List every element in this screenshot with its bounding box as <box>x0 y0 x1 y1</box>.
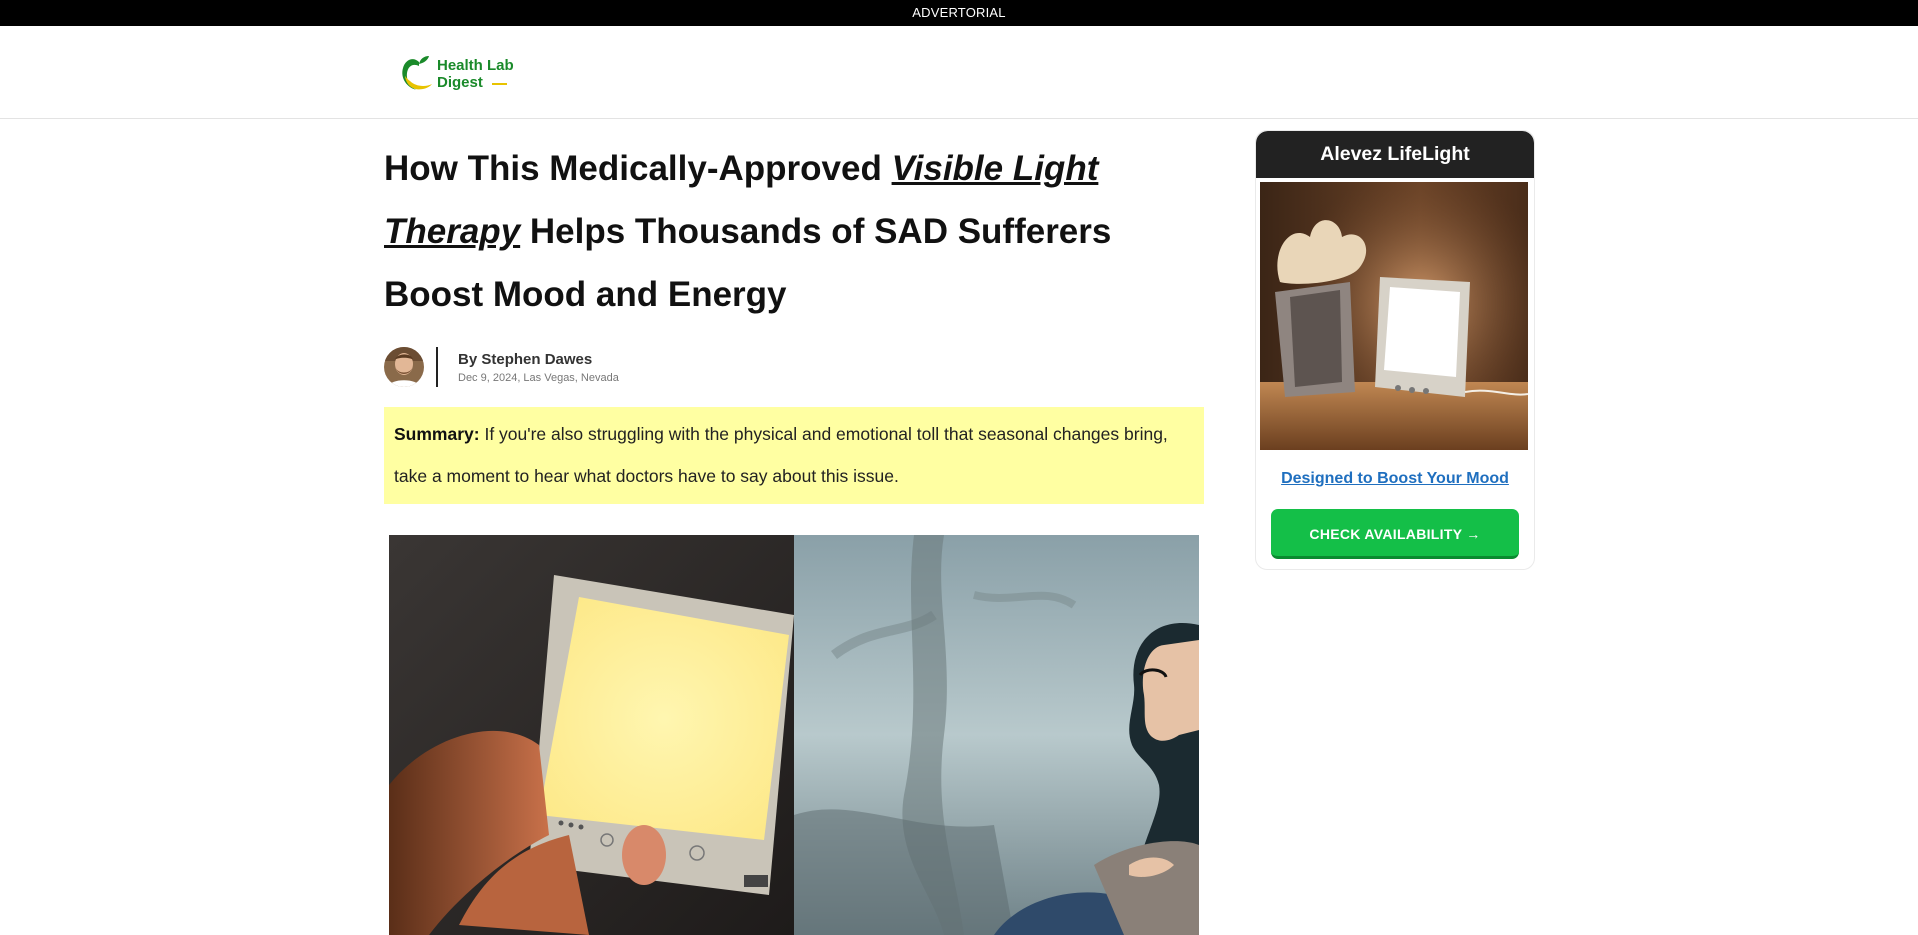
headline-part2: Helps Thousands of SAD Sufferers <box>520 212 1112 251</box>
summary-label: Summary: <box>394 424 480 444</box>
apple-logo-icon <box>402 56 432 90</box>
headline-emphasis-1: Visible Light <box>891 149 1099 188</box>
sidebar-link[interactable]: Designed to Boost Your Mood <box>1256 470 1534 488</box>
advertorial-label: ADVERTORIAL <box>912 5 1006 20</box>
article-headline: How This Medically-Approved Visible Ligh… <box>384 137 1204 326</box>
product-image[interactable] <box>1260 182 1529 450</box>
author-line: By Stephen Dawes <box>458 351 619 368</box>
dateline: Dec 9, 2024, Las Vegas, Nevada <box>458 371 619 384</box>
check-availability-button[interactable]: CHECK AVAILABILITY → <box>1271 509 1519 559</box>
light-panel-photo <box>389 535 794 935</box>
article: How This Medically-Approved Visible Ligh… <box>384 128 1204 935</box>
advertorial-bar: ADVERTORIAL <box>0 0 1918 26</box>
site-header: Health Lab Digest <box>0 26 1918 119</box>
author-prefix: By <box>458 350 478 368</box>
logo-dash <box>491 82 507 85</box>
headline-part3: Boost Mood and Energy <box>384 275 787 314</box>
hero-image <box>389 535 1199 935</box>
logo-line2: Digest <box>437 74 483 91</box>
summary-text: If you're also struggling with the physi… <box>394 424 1168 486</box>
author-avatar <box>384 347 424 387</box>
product-sidebar: Alevez LifeLight Designed to Boost Your … <box>1255 130 1535 570</box>
summary-box: Summary: If you're also struggling with … <box>384 407 1204 504</box>
author-name: Stephen Dawes <box>481 350 593 368</box>
headline-part1: How This Medically-Approved <box>384 149 892 188</box>
woman-window-photo <box>794 535 1199 935</box>
headline-emphasis-2: Therapy <box>384 212 521 251</box>
byline: By Stephen Dawes Dec 9, 2024, Las Vegas,… <box>384 347 1204 387</box>
sidebar-title: Alevez LifeLight <box>1256 131 1534 178</box>
site-logo[interactable]: Health Lab Digest <box>399 54 514 94</box>
logo-line1: Health Lab <box>437 57 514 74</box>
byline-divider <box>436 347 438 387</box>
logo-wordmark: Health Lab Digest <box>437 57 514 91</box>
